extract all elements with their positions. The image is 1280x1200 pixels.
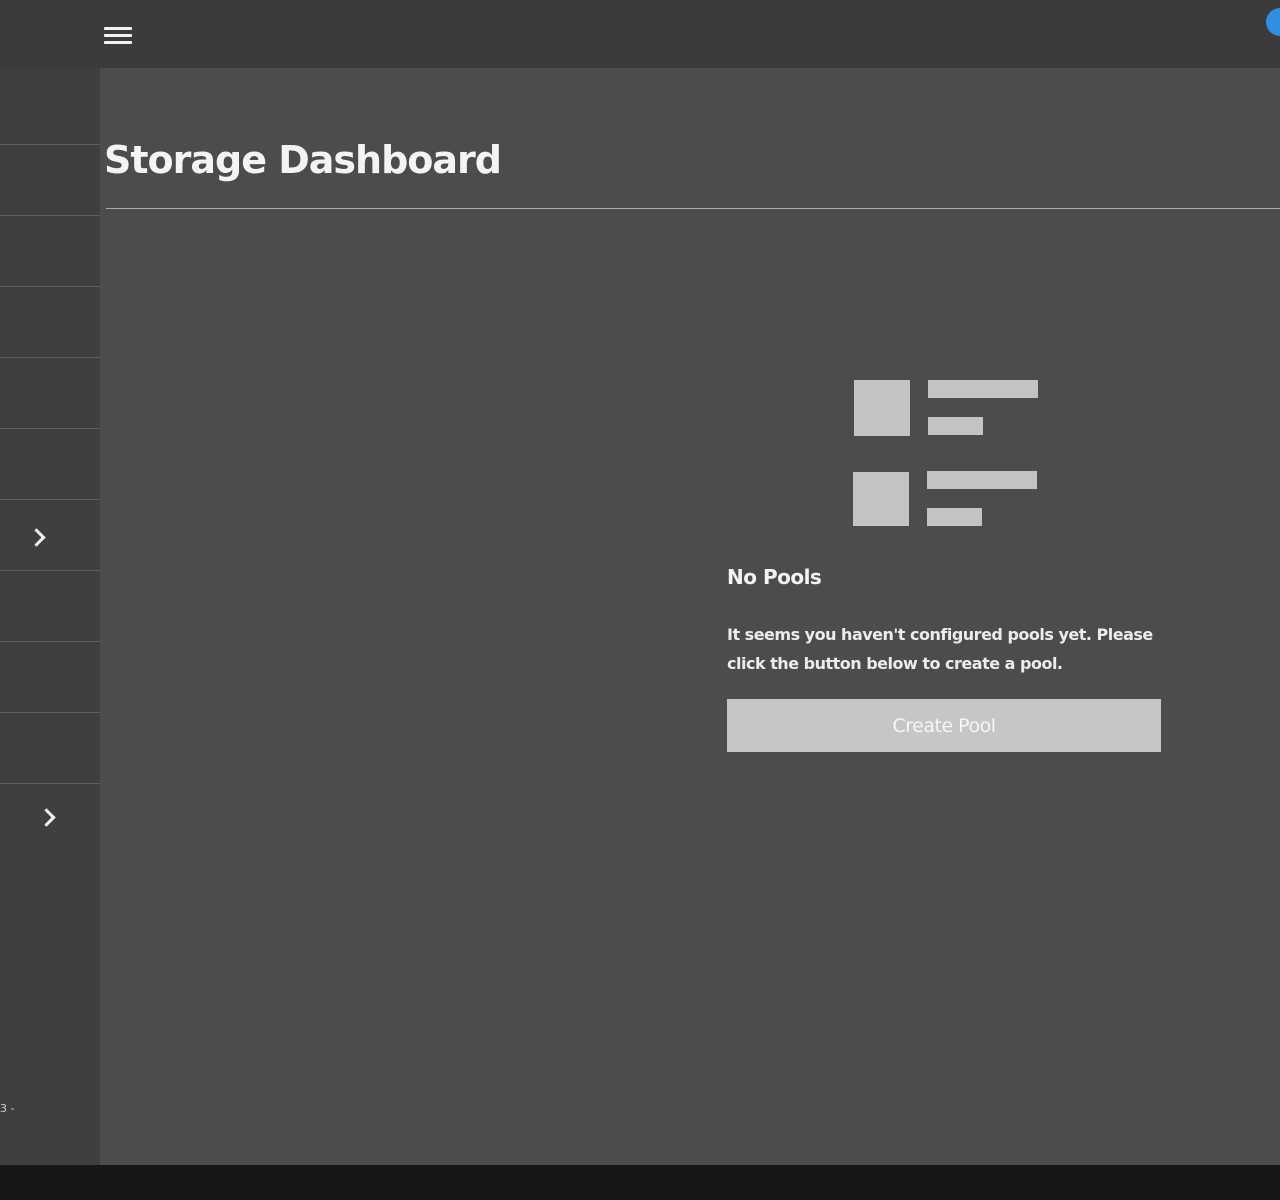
monitor-bezel xyxy=(0,1165,1280,1200)
create-pool-button[interactable]: Create Pool xyxy=(727,699,1161,752)
notification-badge[interactable] xyxy=(1266,8,1280,36)
sidebar-item[interactable] xyxy=(0,358,100,429)
sidebar-item[interactable] xyxy=(0,74,100,145)
sidebar-item[interactable] xyxy=(0,500,100,571)
sidebar-item[interactable] xyxy=(0,216,100,287)
hamburger-menu-icon[interactable] xyxy=(100,22,136,50)
screen: 3 - Storage Dashboard No Pools It seems … xyxy=(0,0,1280,1165)
page-title: Storage Dashboard xyxy=(104,138,502,182)
top-bar xyxy=(0,0,1280,68)
title-divider xyxy=(106,208,1280,209)
sidebar-item-expandable[interactable] xyxy=(0,713,100,827)
sidebar-footer-text: 3 - xyxy=(0,1102,15,1115)
sidebar-item[interactable] xyxy=(0,642,100,713)
empty-state-message: It seems you haven't configured pools ye… xyxy=(727,625,1153,673)
chevron-right-icon xyxy=(37,808,56,827)
sidebar-item[interactable] xyxy=(0,571,100,642)
sidebar: 3 - xyxy=(0,68,100,1165)
empty-state-title: No Pools xyxy=(727,565,822,589)
sidebar-item[interactable] xyxy=(0,287,100,358)
empty-list-icon xyxy=(853,378,1039,528)
sidebar-item[interactable] xyxy=(0,145,100,216)
sidebar-item-expandable[interactable] xyxy=(0,429,100,547)
